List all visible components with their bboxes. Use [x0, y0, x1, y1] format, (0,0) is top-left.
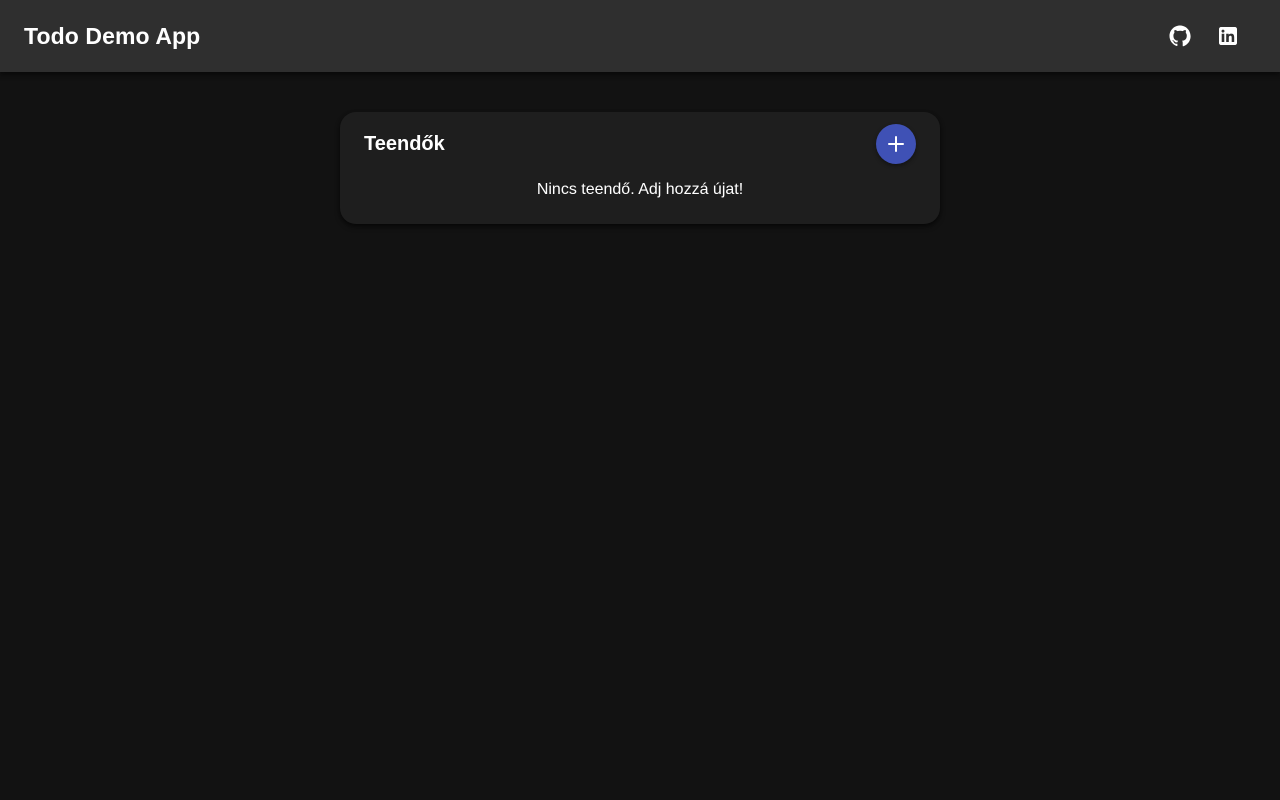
app-bar-actions: [1160, 16, 1248, 56]
plus-icon: [888, 136, 904, 152]
todo-card: Teendők Nincs teendő. Adj hozzá újat!: [340, 112, 940, 224]
todo-card-title: Teendők: [364, 132, 445, 155]
github-icon: [1169, 25, 1191, 47]
github-link-button[interactable]: [1160, 16, 1200, 56]
empty-state-message: Nincs teendő. Adj hozzá újat!: [536, 181, 744, 198]
app-title: Todo Demo App: [24, 22, 201, 49]
linkedin-icon: [1219, 27, 1237, 45]
linkedin-link-button[interactable]: [1208, 16, 1248, 56]
app-bar: Todo Demo App: [0, 0, 1280, 72]
add-todo-button[interactable]: [876, 124, 916, 164]
todo-card-header: Teendők: [364, 124, 916, 164]
